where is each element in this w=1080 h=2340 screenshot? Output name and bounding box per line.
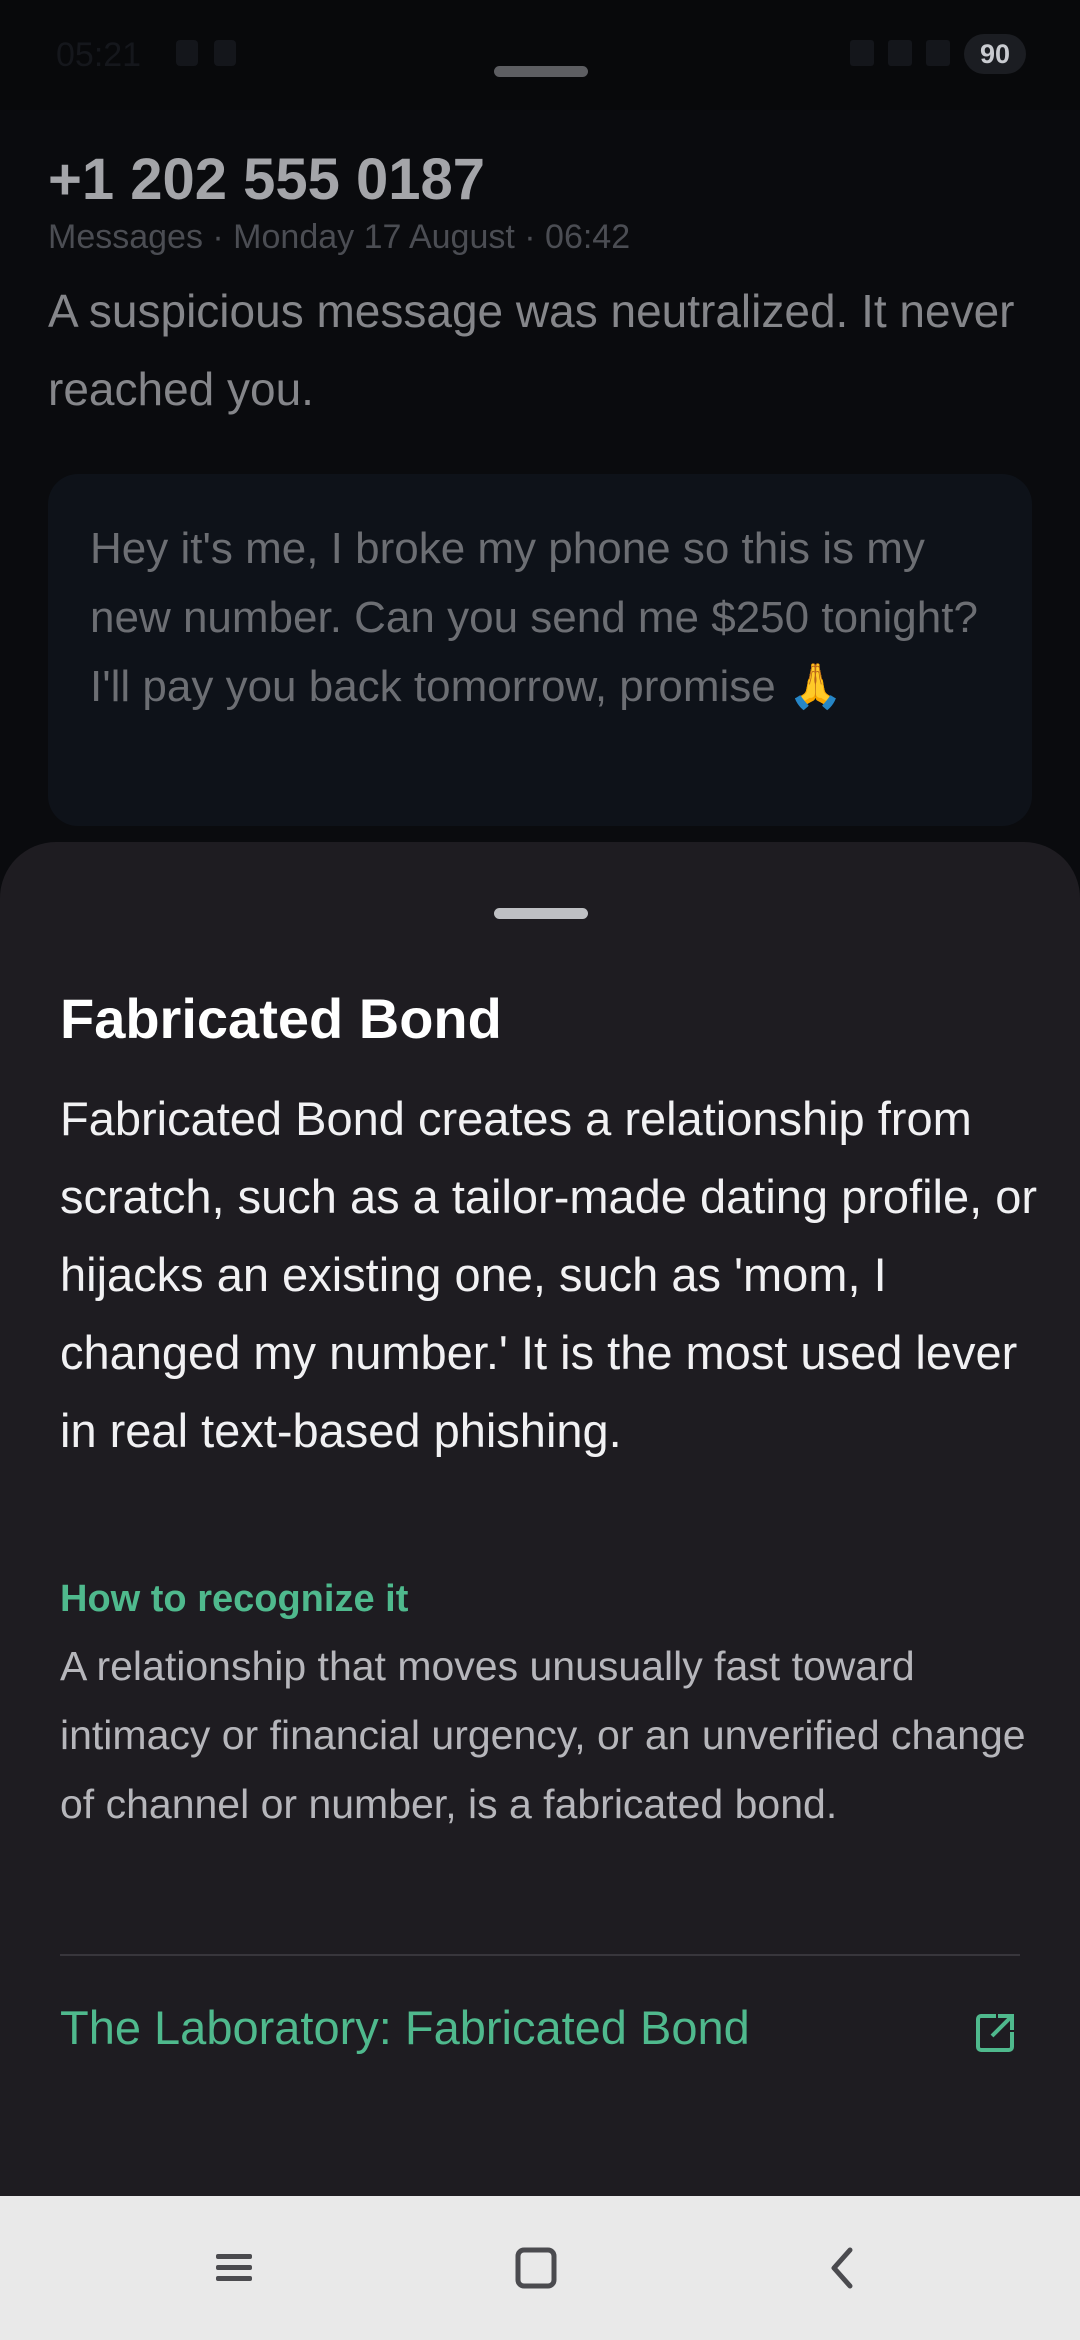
bottom-sheet: Fabricated Bond Fabricated Bond creates … xyxy=(0,842,1080,2196)
home-square-icon[interactable] xyxy=(508,2240,564,2296)
sheet-title: Fabricated Bond xyxy=(60,987,502,1050)
recognize-body: A relationship that moves unusually fast… xyxy=(60,1643,1026,1827)
recognize-heading: How to recognize it xyxy=(60,1578,409,1620)
status-bar: 05:21 90 xyxy=(0,0,1080,110)
laboratory-link[interactable]: The Laboratory: Fabricated Bond xyxy=(60,2000,750,2055)
cell-signal-icon xyxy=(926,40,950,66)
message-body: Hey it's me, I broke my phone so this is… xyxy=(90,524,978,711)
neutralized-summary: A suspicious message was neutralized. It… xyxy=(48,285,1015,415)
status-signal-icons xyxy=(850,40,950,66)
wifi-icon xyxy=(888,40,912,66)
navigation-bar xyxy=(0,2196,1080,2340)
status-time: 05:21 xyxy=(56,36,142,74)
back-chevron-icon[interactable] xyxy=(814,2240,870,2296)
battery-indicator: 90 xyxy=(964,34,1026,74)
sender-number: +1 202 555 0187 xyxy=(48,147,486,212)
menu-icon[interactable] xyxy=(206,2240,262,2296)
message-meta: Messages · Monday 17 August · 06:42 xyxy=(48,218,631,256)
drag-handle-top[interactable] xyxy=(494,66,588,77)
settings-icon xyxy=(214,40,236,66)
status-notification-icons xyxy=(176,40,236,66)
sheet-description: Fabricated Bond creates a relationship f… xyxy=(60,1092,1038,1457)
external-link-icon[interactable] xyxy=(974,2012,1016,2054)
sheet-drag-handle[interactable] xyxy=(494,908,588,919)
suspicious-message-card: Hey it's me, I broke my phone so this is… xyxy=(48,474,1032,826)
divider xyxy=(60,1954,1020,1956)
signal-icon xyxy=(850,40,874,66)
notification-icon xyxy=(176,40,198,66)
